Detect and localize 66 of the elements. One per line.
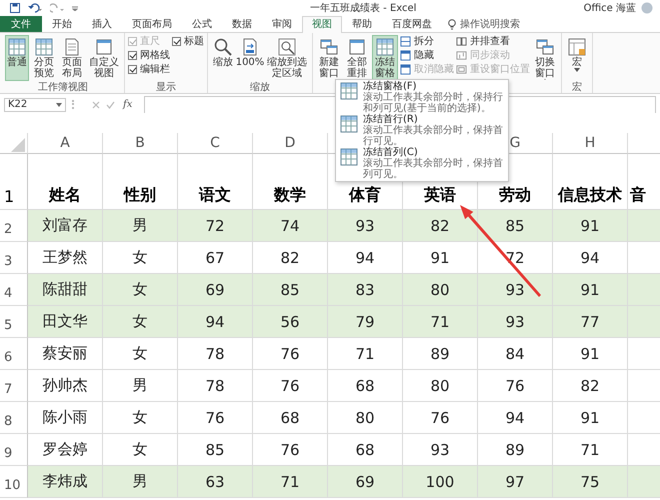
checkbox-label: 网格线 [140,50,170,61]
table-cell: 83 [328,274,403,306]
table-cell: 85 [253,274,328,306]
table-cell: 68 [328,370,403,402]
table-cell: 男 [103,466,178,498]
table-cell: 75 [553,466,628,498]
group-label: 宏 [572,82,582,93]
table-cell: 蔡安丽 [28,338,103,370]
table-cell: 女 [103,274,178,306]
table-cell: 94 [478,402,553,434]
table-cell: 76 [178,402,253,434]
table-cell: 63 [178,466,253,498]
table-cell: 男 [103,370,178,402]
table-cell: 85 [478,210,553,242]
table-cell: 82 [403,210,478,242]
table-cell: 孙帅杰 [28,370,103,402]
table-cell: 93 [328,210,403,242]
table-cell: 94 [178,306,253,338]
checkbox-label: 标题 [184,36,204,47]
table-cell: 84 [478,338,553,370]
table-cell: 女 [103,338,178,370]
group-label: 显示 [156,82,176,93]
table-cell: 80 [328,402,403,434]
group-label: 缩放 [250,82,270,93]
table-cell: 100 [403,466,478,498]
table-cell: 69 [178,274,253,306]
table-cell: 71 [328,338,403,370]
table-cell: 91 [553,338,628,370]
table-cell: 男 [103,210,178,242]
table-cell: 97 [478,466,553,498]
table-cell: 93 [478,274,553,306]
table-cell: 女 [103,402,178,434]
table-cell: 刘富存 [28,210,103,242]
table-cell: 陈小雨 [28,402,103,434]
table-cell: 56 [253,306,328,338]
table-cell: 77 [553,306,628,338]
table-cell: 72 [178,210,253,242]
table-cell: 78 [178,370,253,402]
table-cell: 79 [328,306,403,338]
table-cell: 91 [553,402,628,434]
table-cell: 71 [403,306,478,338]
table-cell: 69 [328,466,403,498]
group-label: 工作簿视图 [38,82,88,93]
table-cell: 陈甜甜 [28,274,103,306]
table-cell: 女 [103,306,178,338]
table-cell: 田文华 [28,306,103,338]
table-cell: 李炜成 [28,466,103,498]
table-cell: 82 [553,370,628,402]
table-cell: 80 [403,370,478,402]
table-cell: 91 [553,210,628,242]
table-cell: 71 [253,466,328,498]
table-cell: 74 [253,210,328,242]
table-cell: 80 [403,274,478,306]
checkbox-label: 编辑栏 [140,64,170,75]
table-cell: 93 [478,306,553,338]
table-cell: 76 [253,338,328,370]
table-cell: 68 [253,402,328,434]
checkbox-label: 直尺 [140,36,160,47]
table-cell: 76 [403,402,478,434]
table-cell: 76 [478,370,553,402]
table-cell: 78 [178,338,253,370]
user-name: Office 海蓝 [584,2,636,15]
table-cell: 76 [253,370,328,402]
table-cell: 91 [553,274,628,306]
window-title: 一年五班成绩表 - Excel [310,2,418,15]
table-cell: 89 [403,338,478,370]
